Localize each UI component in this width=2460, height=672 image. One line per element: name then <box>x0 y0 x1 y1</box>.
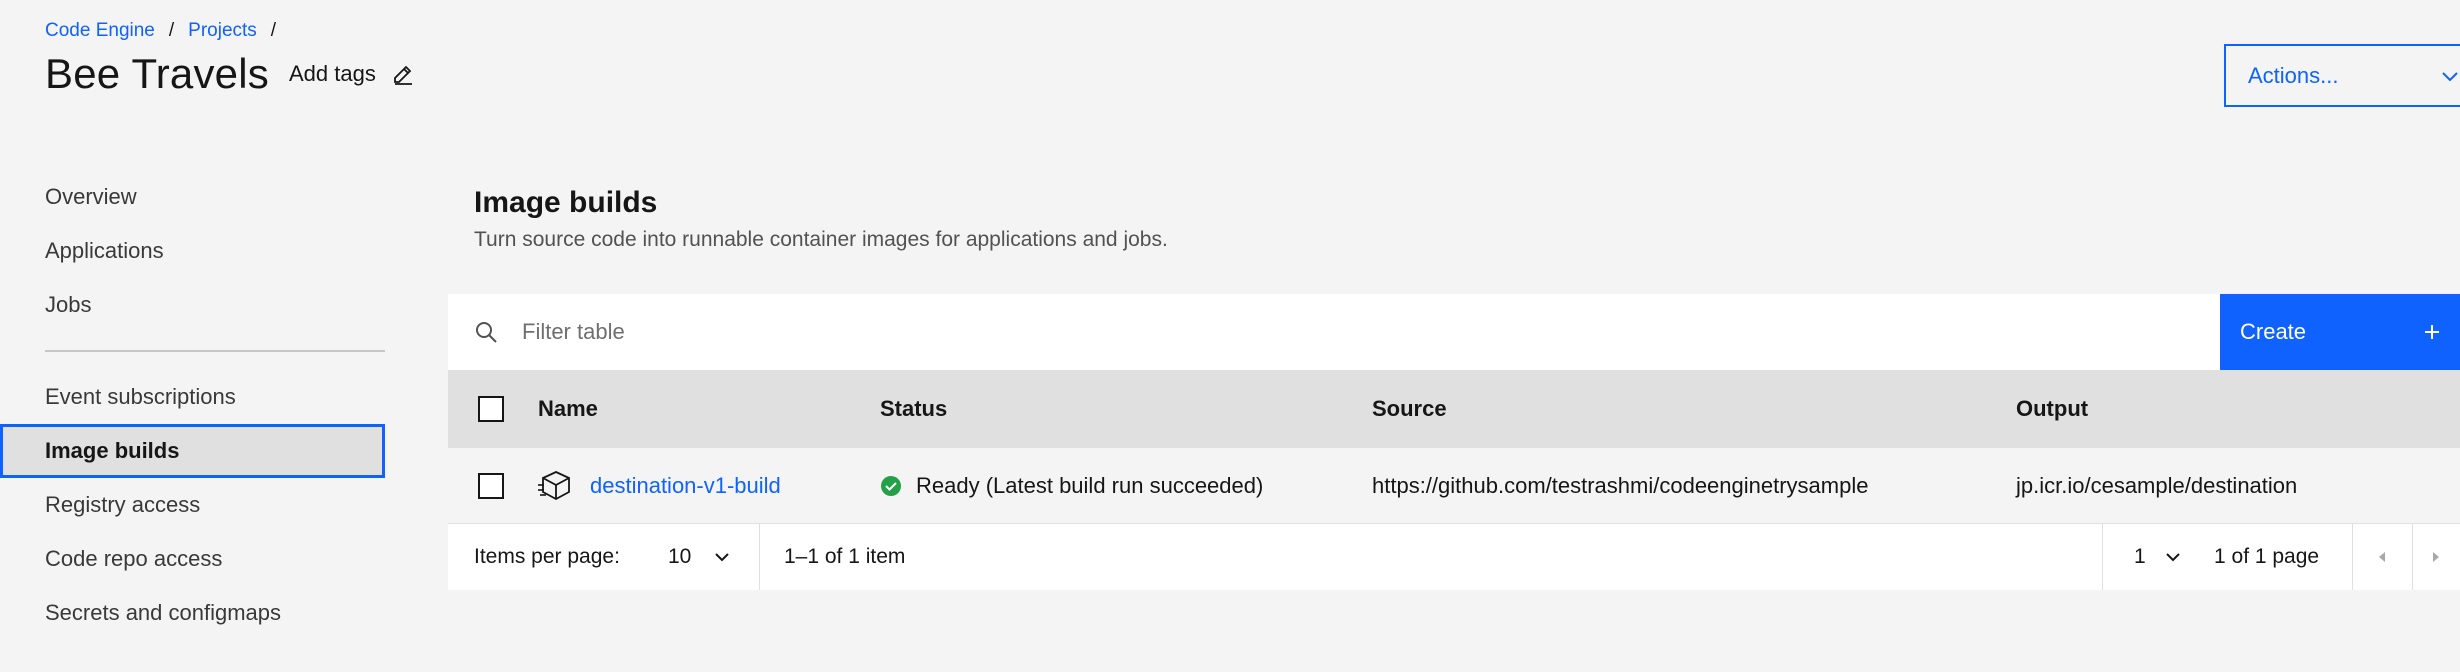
column-output[interactable]: Output <box>2016 370 2088 448</box>
pager-divider <box>2102 524 2103 590</box>
build-name-link[interactable]: destination-v1-build <box>590 473 781 499</box>
plus-icon <box>2425 325 2439 339</box>
row-select-cell <box>478 448 504 523</box>
breadcrumb: Code Engine / Projects / <box>45 20 290 42</box>
pager-divider <box>759 524 760 590</box>
next-page-button[interactable] <box>2412 524 2460 590</box>
page-title: Bee Travels <box>45 50 269 97</box>
sidebar-item-secrets-configmaps[interactable]: Secrets and configmaps <box>0 586 385 640</box>
row-checkbox[interactable] <box>478 472 504 499</box>
column-source[interactable]: Source <box>1372 370 1447 448</box>
create-button[interactable]: Create <box>2220 294 2460 370</box>
actions-label: Actions... <box>2248 62 2339 88</box>
items-per-page-label: Items per page: <box>474 545 620 568</box>
select-all-checkbox[interactable] <box>478 396 504 422</box>
column-status[interactable]: Status <box>880 370 947 448</box>
section-description: Turn source code into runnable container… <box>474 228 1168 251</box>
sidebar-item-registry-access[interactable]: Registry access <box>0 478 385 532</box>
select-all-cell <box>478 370 504 448</box>
caret-right-icon <box>2433 552 2439 562</box>
row-output-cell: jp.icr.io/cesample/destination <box>2016 472 2298 498</box>
table-row: destination-v1-build Ready (Latest build… <box>448 448 2460 524</box>
page-of: 1 of 1 page <box>2214 545 2320 568</box>
row-name-cell: destination-v1-build <box>538 448 781 523</box>
sidebar-divider <box>45 350 385 352</box>
sidebar-item-event-subscriptions[interactable]: Event subscriptions <box>0 370 385 424</box>
table-header: Name Status Source Output <box>448 370 2460 448</box>
column-name[interactable]: Name <box>538 370 598 448</box>
sidebar-item-code-repo-access[interactable]: Code repo access <box>0 532 385 586</box>
sidebar-item-applications[interactable]: Applications <box>0 224 385 278</box>
breadcrumb-projects[interactable]: Projects <box>188 20 257 42</box>
page: Code Engine / Projects / Bee Travels Add… <box>0 0 2460 672</box>
success-icon <box>881 475 901 496</box>
title-row: Bee Travels Add tags <box>45 50 414 98</box>
row-source-cell: https://github.com/testrashmi/codeengine… <box>1372 472 1869 498</box>
breadcrumb-code-engine[interactable]: Code Engine <box>45 20 155 42</box>
actions-dropdown[interactable]: Actions... <box>2224 44 2460 107</box>
chevron-down-icon <box>2165 553 2180 562</box>
page-value: 1 <box>2134 545 2146 568</box>
add-tags-label: Add tags <box>288 61 376 86</box>
sidebar-item-image-builds[interactable]: Image builds <box>0 424 385 478</box>
build-icon <box>538 470 570 500</box>
status-text: Ready (Latest build run succeeded) <box>916 472 1264 498</box>
sidebar-item-overview[interactable]: Overview <box>0 170 385 224</box>
sidebar: Overview Applications Jobs Event subscri… <box>0 170 390 640</box>
chevron-down-icon <box>715 553 730 562</box>
create-label: Create <box>2240 319 2307 344</box>
edit-icon <box>393 65 412 85</box>
section-title: Image builds <box>474 186 658 219</box>
chevron-down-icon <box>2442 71 2458 81</box>
breadcrumb-separator: / <box>270 20 277 41</box>
filter-input[interactable] <box>522 294 2122 370</box>
row-status-cell: Ready (Latest build run succeeded) <box>880 448 1263 523</box>
prev-page-button[interactable] <box>2352 524 2412 590</box>
caret-left-icon <box>2379 552 2385 562</box>
add-tags-button[interactable]: Add tags <box>289 61 414 87</box>
items-range: 1–1 of 1 item <box>784 545 906 568</box>
items-per-page-value: 10 <box>668 545 692 568</box>
breadcrumb-separator: / <box>168 20 175 41</box>
table-toolbar: Create <box>448 294 2460 370</box>
pagination: Items per page: 10 1–1 of 1 item 1 1 of … <box>448 524 2460 590</box>
items-per-page-select[interactable]: 10 <box>668 524 731 590</box>
page-select[interactable]: 1 <box>2134 524 2182 590</box>
sidebar-item-jobs[interactable]: Jobs <box>0 278 385 332</box>
search-icon <box>476 322 497 343</box>
